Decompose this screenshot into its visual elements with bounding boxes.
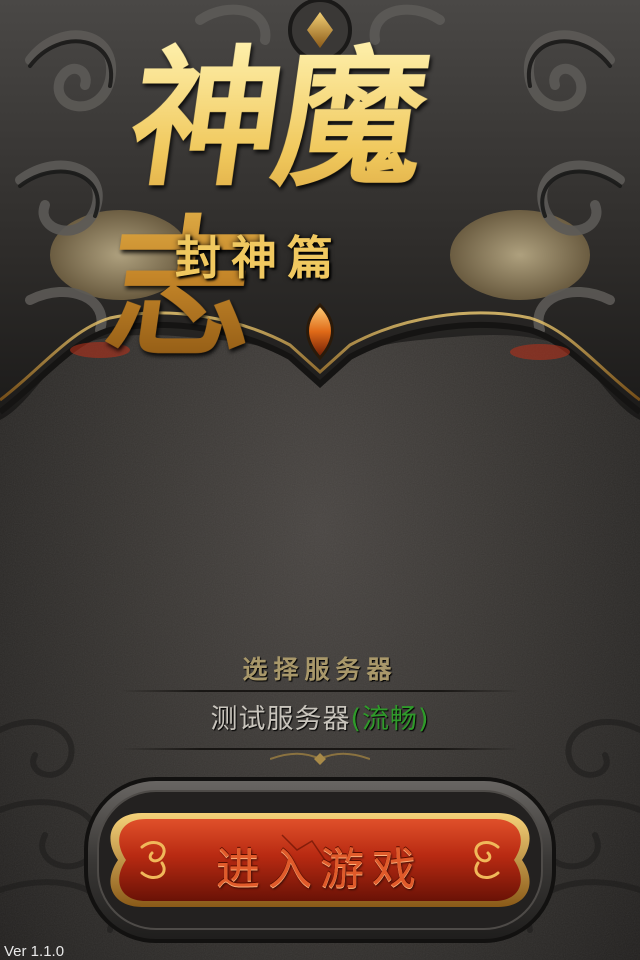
logo-title-text: 神魔志	[96, 31, 564, 377]
server-name: 测试服务器	[210, 704, 351, 735]
select-server-heading: 选择服务器	[242, 655, 398, 684]
server-status: (流畅)	[350, 704, 430, 735]
game-logo: 神魔志	[96, 31, 540, 377]
game-launch-screen: 神魔志 封神篇 选择服务器 测试服务器(流畅) 进入游戏 Ver 1.1.0	[0, 0, 640, 960]
logo-subtitle-text: 封神篇	[175, 231, 343, 285]
server-divider-top	[120, 690, 520, 692]
server-selector[interactable]: 测试服务器(流畅)	[0, 694, 640, 746]
enter-game-label: 进入游戏	[216, 844, 424, 895]
version-label: Ver 1.1.0	[4, 943, 65, 960]
enter-game-button[interactable]: 进入游戏	[82, 775, 558, 945]
divider-ornament	[270, 752, 370, 765]
